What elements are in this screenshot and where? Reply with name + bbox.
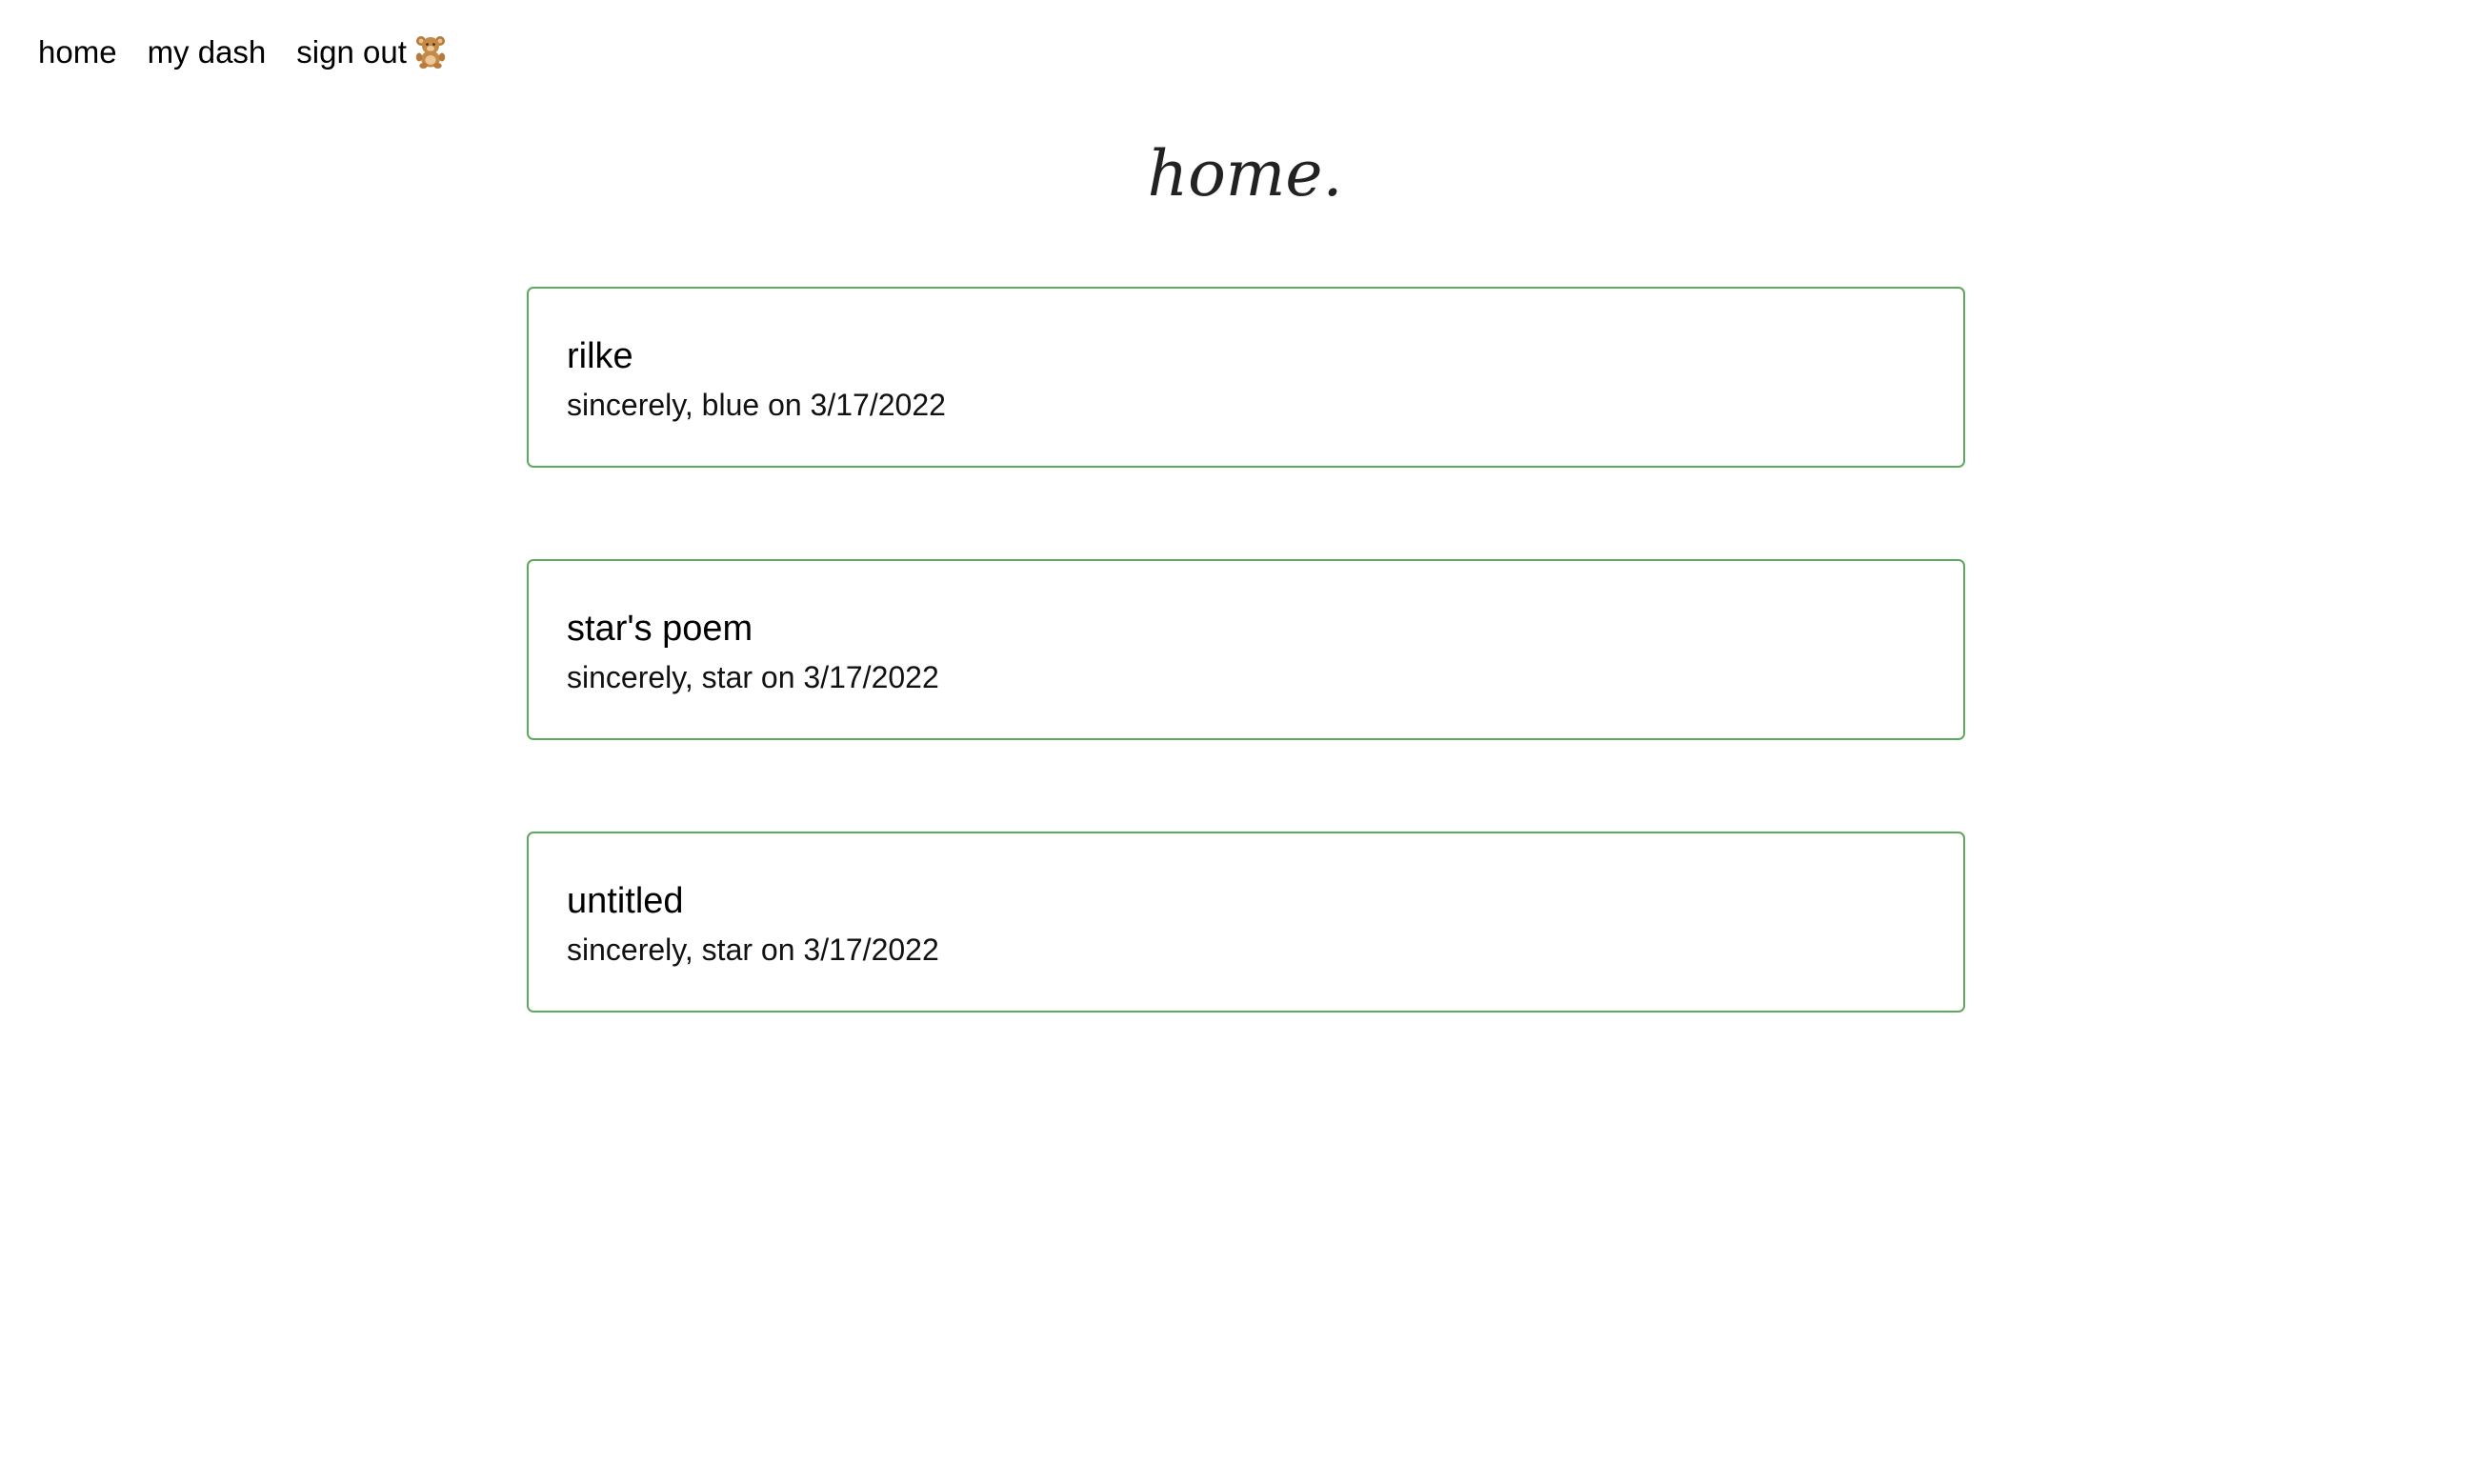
post-byline: sincerely, blue on 3/17/2022 [567,388,946,422]
nav-home-link[interactable]: home [38,29,117,76]
post-card-rilke[interactable]: rilke sincerely, blue on 3/17/2022 [527,287,1965,468]
post-title: star's poem [567,609,753,649]
nav-sign-out-link[interactable]: sign out [296,29,447,76]
post-title: untitled [567,881,684,921]
post-byline: sincerely, star on 3/17/2022 [567,933,939,967]
post-title: rilke [567,336,633,376]
teddy-bear-icon [415,36,446,69]
post-list: rilke sincerely, blue on 3/17/2022 star'… [527,287,1965,1104]
sign-out-label: sign out [296,34,407,70]
nav-my-dash-link[interactable]: my dash [148,29,267,76]
post-byline: sincerely, star on 3/17/2022 [567,660,939,694]
top-nav: home my dash sign out [38,29,447,76]
post-card-stars-poem[interactable]: star's poem sincerely, star on 3/17/2022 [527,559,1965,740]
post-card-untitled[interactable]: untitled sincerely, star on 3/17/2022 [527,832,1965,1013]
page-title: home. [1147,137,1343,211]
